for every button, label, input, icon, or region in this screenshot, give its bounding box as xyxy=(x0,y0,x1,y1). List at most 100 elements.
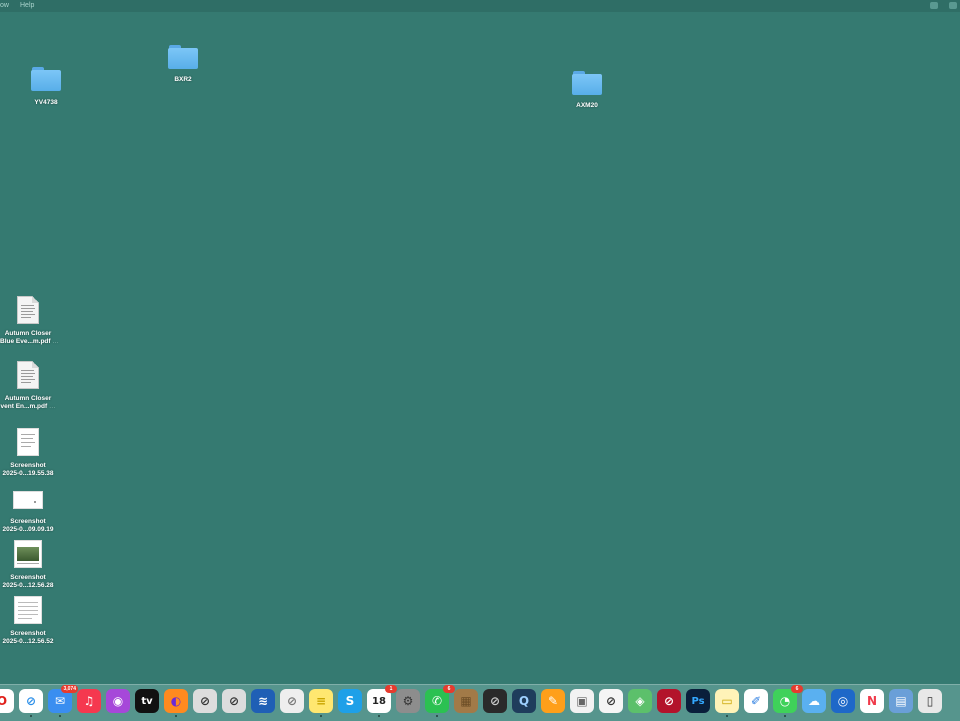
dock-icon-glyph: ♫ xyxy=(83,694,95,708)
folder-label: BXR2 xyxy=(174,76,192,83)
cyberduck-icon[interactable]: ≋ xyxy=(251,689,275,713)
notification-badge: 6 xyxy=(443,685,455,693)
notes-icon[interactable]: ≡ xyxy=(309,689,333,713)
maps-icon[interactable]: ◈ xyxy=(628,689,652,713)
menu-item-window[interactable]: ow xyxy=(0,0,9,12)
running-indicator xyxy=(784,715,786,717)
quicktime-icon[interactable]: Q xyxy=(512,689,536,713)
desktop-file[interactable]: Screenshot 2025-0...12.56.52 xyxy=(0,596,56,646)
running-indicator xyxy=(175,715,177,717)
dock-icon-glyph: ⊘ xyxy=(489,694,501,708)
dock-icon-glyph: ⊘ xyxy=(605,694,617,708)
dock-icon-glyph: ◔ xyxy=(779,694,791,708)
cloud-app-icon[interactable]: ☁ xyxy=(802,689,826,713)
dock-icon-glyph: Ps xyxy=(691,695,705,707)
dock-icon-glyph: ✐ xyxy=(750,694,762,708)
messages-icon[interactable]: ◔ 6 xyxy=(773,685,803,713)
dock-icon-glyph: O xyxy=(0,694,8,708)
running-indicator xyxy=(320,715,322,717)
file-label: Screenshot 2025-0...12.56.28 xyxy=(2,574,54,589)
safari-icon[interactable]: ⊘ xyxy=(19,689,43,713)
desktop-file[interactable]: Screenshot 2025-0...09.09.19 xyxy=(0,489,56,534)
dock-icon-glyph: ✆ xyxy=(431,694,443,708)
dock-icon-glyph: ≋ xyxy=(257,694,269,708)
file-label: Screenshot 2025-0...09.09.19 xyxy=(2,518,54,533)
file-label: Screenshot 2025-0...12.56.52 xyxy=(2,630,54,645)
opera-icon[interactable]: O xyxy=(0,689,14,713)
folder-icon xyxy=(572,71,602,95)
desktop-folder[interactable]: YV4738 xyxy=(21,67,71,107)
disabled-app-icon[interactable]: ⊘ xyxy=(599,689,623,713)
control-center-icon[interactable] xyxy=(930,2,938,9)
file-label: Screenshot 2025-0...19.55.38 xyxy=(2,462,54,477)
pdf-icon xyxy=(17,296,39,324)
dock-icon-glyph: ✎ xyxy=(547,694,559,708)
dock-icon-glyph: ▦ xyxy=(460,694,472,708)
dock-icon-glyph: ⊘ xyxy=(286,694,298,708)
disabled-app-icon[interactable]: ⊘ xyxy=(280,689,304,713)
file-label: Autumn Closer vent En...m.pdf … xyxy=(0,395,56,410)
screenshot-thumbnail xyxy=(14,596,42,624)
dock-icon-glyph: ✉ xyxy=(54,694,66,708)
dock-icon-glyph: Q xyxy=(518,694,530,708)
disabled-app-icon[interactable]: ⊘ xyxy=(193,689,217,713)
dock-icon-glyph: S xyxy=(345,694,355,708)
folder-label: YV4738 xyxy=(34,99,58,106)
system-settings-icon[interactable]: ⚙ xyxy=(396,689,420,713)
dock-icon-glyph: 18 xyxy=(372,695,386,707)
preview-icon[interactable]: ▣ xyxy=(570,689,594,713)
disabled-app-icon[interactable]: ⊘ xyxy=(657,689,681,713)
folder-label: AXM20 xyxy=(576,102,598,109)
dock: O ⊘ ✉ 3,074 ♫ ◉ tv ◐ ⊘ ⊘ ≋ ⊘ ≡ S 18 1 ⚙ ✆ 6 ▦ ⊘ Q ✎ ▣ ⊘ ◈ ⊘ Ps ▭ ✐ ◔ 6 ☁… xyxy=(0,684,960,721)
firefox-icon[interactable]: ◐ xyxy=(164,689,188,713)
iphone-mirroring-icon[interactable]: ▯ xyxy=(918,689,942,713)
running-indicator xyxy=(726,715,728,717)
apple-tv-icon[interactable]: tv xyxy=(135,689,159,713)
dock-icon-glyph: ▯ xyxy=(926,694,934,708)
eye-app-icon[interactable]: ◎ xyxy=(831,689,855,713)
dock-icon-glyph: ◉ xyxy=(112,694,124,708)
freeform-icon[interactable]: ✐ xyxy=(744,689,768,713)
disabled-app-icon[interactable]: ⊘ xyxy=(222,689,246,713)
disabled-app-icon[interactable]: ⊘ xyxy=(483,689,507,713)
notification-badge: 1 xyxy=(385,685,397,693)
archive-icon[interactable]: ▦ xyxy=(454,689,478,713)
desktop-file[interactable]: Autumn Closer Blue Eve...m.pdf … xyxy=(0,296,59,346)
dock-icon-glyph: ▭ xyxy=(721,694,733,708)
notes-alt-icon[interactable]: ▭ xyxy=(715,689,739,713)
folder-icon xyxy=(168,45,198,69)
notification-badge: 6 xyxy=(791,685,803,693)
pdf-icon xyxy=(17,361,39,389)
desktop-file[interactable]: Screenshot 2025-0...19.55.38 xyxy=(0,428,56,478)
screenshot-thumbnail xyxy=(14,540,42,568)
menu-extra-icon[interactable] xyxy=(949,2,957,9)
dock-icon-glyph: ◈ xyxy=(635,694,645,708)
pages-icon[interactable]: ✎ xyxy=(541,689,565,713)
desktop-file[interactable]: Screenshot 2025-0...12.56.28 xyxy=(0,540,56,590)
notification-badge: 3,074 xyxy=(61,685,78,693)
news-icon[interactable]: N xyxy=(860,689,884,713)
dock-icon-glyph: ⊘ xyxy=(228,694,240,708)
screenshot-thumbnail xyxy=(13,491,43,509)
desktop-folder[interactable]: AXM20 xyxy=(562,71,612,110)
dock-icon-glyph: ⊘ xyxy=(199,694,211,708)
music-icon[interactable]: ♫ xyxy=(77,689,101,713)
running-indicator xyxy=(59,715,61,717)
dock-icon-glyph: N xyxy=(866,694,878,708)
screenshot-thumbnail xyxy=(17,428,39,456)
menu-item-help[interactable]: Help xyxy=(20,0,34,12)
menu-bar: ow Help xyxy=(0,0,960,12)
skype-icon[interactable]: S xyxy=(338,689,362,713)
running-indicator xyxy=(436,715,438,717)
dock-icon-glyph: ⊘ xyxy=(663,694,675,708)
desktop-folder[interactable]: BXR2 xyxy=(158,45,208,84)
mail-icon[interactable]: ✉ 3,074 xyxy=(48,685,78,713)
folder-icon xyxy=(31,67,61,91)
whatsapp-icon[interactable]: ✆ 6 xyxy=(425,685,455,713)
photoshop-icon[interactable]: Ps xyxy=(686,689,710,713)
dock-icon-glyph: ▤ xyxy=(895,694,907,708)
desktop-file[interactable]: Autumn Closer vent En...m.pdf … xyxy=(0,361,56,411)
podcasts-icon[interactable]: ◉ xyxy=(106,689,130,713)
image-app-icon[interactable]: ▤ xyxy=(889,689,913,713)
calendar-icon[interactable]: 18 1 xyxy=(367,685,397,713)
